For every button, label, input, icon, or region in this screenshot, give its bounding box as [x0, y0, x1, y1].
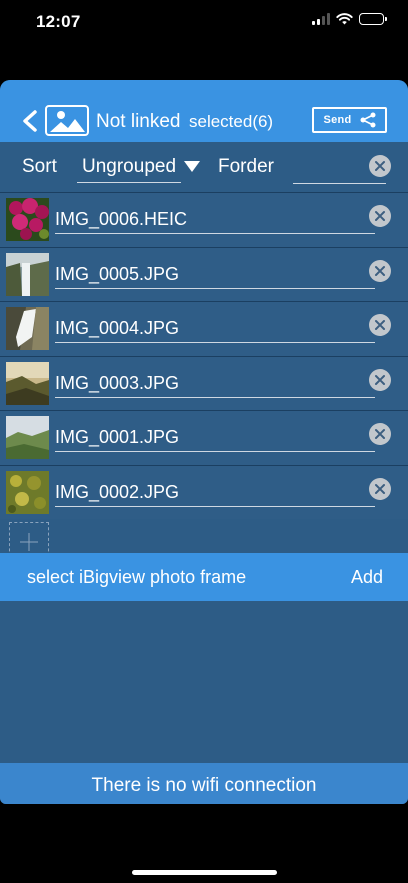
photo-frame-bar: select iBigview photo frame Add: [0, 553, 408, 601]
battery-icon: [359, 13, 387, 25]
file-row[interactable]: IMG_0005.JPG: [0, 246, 408, 301]
remove-file-icon[interactable]: [369, 368, 391, 391]
wifi-icon: [336, 13, 353, 25]
remove-file-icon[interactable]: [369, 259, 391, 282]
image-icon: [50, 111, 85, 132]
file-row[interactable]: IMG_0004.JPG: [0, 301, 408, 356]
status-time: 12:07: [36, 12, 81, 31]
file-row[interactable]: IMG_0001.JPG: [0, 410, 408, 465]
header-bar: Not linked selected(6) Send: [0, 80, 408, 142]
file-name-underline: [55, 287, 375, 289]
file-name-underline: [55, 233, 375, 234]
status-bar: 12:07: [0, 0, 408, 44]
grouping-underline: [77, 182, 181, 183]
sort-label: Sort: [22, 156, 57, 177]
file-name: IMG_0004.JPG: [55, 318, 180, 338]
remove-file-icon[interactable]: [369, 423, 391, 445]
connection-status-bar: There is no wifi connection: [0, 763, 408, 804]
file-name: IMG_0001.JPG: [55, 427, 180, 447]
back-chevron-icon[interactable]: [20, 110, 40, 132]
file-name: IMG_0006.HEIC: [55, 209, 188, 229]
add-frame-button[interactable]: Add: [351, 567, 383, 588]
remove-file-icon[interactable]: [369, 205, 391, 227]
thumbnail-coast-icon: [6, 361, 49, 405]
home-indicator[interactable]: [132, 870, 277, 875]
thumbnail-flowers-icon: [6, 198, 49, 241]
thumbnail-hills-icon: [6, 416, 49, 459]
clear-icon[interactable]: [369, 155, 391, 177]
status-icons: [312, 13, 387, 25]
select-frame-label[interactable]: select iBigview photo frame: [27, 567, 246, 588]
remove-file-icon[interactable]: [369, 477, 391, 500]
chevron-down-icon: [184, 161, 200, 172]
file-name-underline: [55, 396, 375, 398]
selected-count-label: selected(6): [189, 112, 274, 131]
link-status-label: Not linked: [96, 111, 181, 132]
sort-bar: Sort Ungrouped Forder: [0, 142, 408, 192]
send-label: Send: [323, 114, 352, 126]
grouping-value: Ungrouped: [82, 156, 177, 177]
thumbnail-waterfall-icon: [6, 252, 49, 296]
file-row[interactable]: IMG_0002.JPG: [0, 464, 408, 519]
file-list: IMG_0006.HEIC IMG_0005.JPG IMG_0004.JPG …: [0, 192, 408, 519]
file-name: IMG_0005.JPG: [55, 263, 180, 284]
file-name-underline: [55, 505, 375, 507]
thumbnail-foliage-icon: [6, 470, 49, 514]
file-row[interactable]: IMG_0006.HEIC: [0, 192, 408, 247]
file-name: IMG_0003.JPG: [55, 372, 180, 393]
main-panel: Not linked selected(6) Send Sort Ungroup…: [0, 80, 408, 804]
file-row[interactable]: IMG_0003.JPG: [0, 355, 408, 410]
thumbnail-stream-icon: [6, 307, 49, 350]
photo-frame-icon[interactable]: [45, 105, 89, 136]
forder-label: Forder: [218, 156, 274, 177]
connection-status-text: There is no wifi connection: [91, 775, 317, 796]
share-icon: [360, 112, 376, 128]
grouping-dropdown[interactable]: Ungrouped: [77, 155, 203, 183]
file-name: IMG_0002.JPG: [55, 481, 180, 502]
file-name-underline: [55, 342, 375, 343]
cellular-signal-icon: [312, 13, 330, 25]
send-button[interactable]: Send: [312, 107, 387, 133]
file-name-underline: [55, 451, 375, 452]
remove-file-icon[interactable]: [369, 314, 391, 336]
